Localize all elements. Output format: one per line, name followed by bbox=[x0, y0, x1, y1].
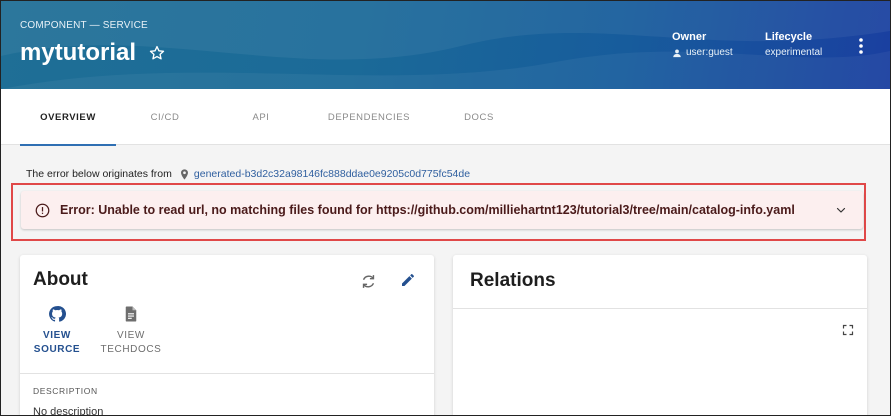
fullscreen-icon[interactable] bbox=[842, 324, 854, 336]
error-alert[interactable]: Error: Unable to read url, no matching f… bbox=[21, 191, 863, 229]
lifecycle-info: Lifecycle experimental bbox=[765, 31, 822, 58]
person-icon bbox=[673, 48, 681, 57]
about-card: About VIEW SOURCE VIEW TECHDOCS DESCRIPT… bbox=[20, 255, 434, 416]
refresh-icon[interactable] bbox=[360, 273, 377, 290]
entity-header: COMPONENT — SERVICE mytutorial Owner use… bbox=[1, 1, 890, 89]
description-label: DESCRIPTION bbox=[33, 386, 98, 396]
tab-cicd[interactable]: CI/CD bbox=[117, 89, 213, 145]
github-icon bbox=[49, 306, 66, 322]
tab-api[interactable]: API bbox=[213, 89, 309, 145]
owner-label: Owner bbox=[672, 31, 707, 43]
owner-value-text: user:guest bbox=[686, 47, 733, 58]
owner-value[interactable]: user:guest bbox=[672, 47, 733, 58]
tab-docs[interactable]: DOCS bbox=[431, 89, 527, 145]
error-origin-link[interactable]: generated-b3d2c32a98146fc888ddae0e9205c0… bbox=[194, 168, 470, 180]
view-source-button[interactable]: VIEW SOURCE bbox=[32, 305, 82, 357]
view-techdocs-line1: VIEW bbox=[117, 330, 145, 341]
relations-card: Relations bbox=[453, 255, 867, 416]
relations-title: Relations bbox=[470, 270, 556, 291]
view-techdocs-line2: TECHDOCS bbox=[100, 344, 162, 355]
owner-info: Owner user:guest bbox=[672, 31, 733, 58]
error-origin: The error below originates from generate… bbox=[26, 168, 470, 180]
lifecycle-value: experimental bbox=[765, 47, 823, 58]
star-icon[interactable] bbox=[148, 44, 166, 62]
title-row: mytutorial bbox=[20, 39, 166, 67]
tab-dependencies[interactable]: DEPENDENCIES bbox=[309, 89, 429, 145]
lifecycle-label: Lifecycle bbox=[765, 31, 813, 43]
entity-kind: COMPONENT — SERVICE bbox=[20, 20, 148, 31]
error-icon bbox=[35, 203, 50, 217]
about-title: About bbox=[33, 269, 88, 290]
tab-overview[interactable]: OVERVIEW bbox=[20, 89, 116, 146]
view-source-line1: VIEW bbox=[43, 330, 71, 341]
tab-bar: OVERVIEW CI/CD API DEPENDENCIES DOCS bbox=[1, 89, 890, 146]
view-source-line2: SOURCE bbox=[33, 344, 81, 355]
about-divider bbox=[20, 373, 434, 374]
entity-title: mytutorial bbox=[20, 39, 137, 66]
error-origin-text: The error below originates from bbox=[26, 168, 172, 180]
kebab-icon[interactable] bbox=[854, 37, 868, 55]
chevron-down-icon[interactable] bbox=[835, 204, 847, 216]
error-message: Error: Unable to read url, no matching f… bbox=[60, 203, 795, 217]
document-icon bbox=[125, 306, 137, 322]
description-value: No description bbox=[33, 406, 104, 416]
edit-pencil-icon[interactable] bbox=[400, 272, 416, 288]
view-techdocs-button[interactable]: VIEW TECHDOCS bbox=[98, 305, 164, 357]
relations-divider bbox=[453, 308, 867, 309]
location-pin-icon bbox=[180, 168, 188, 180]
